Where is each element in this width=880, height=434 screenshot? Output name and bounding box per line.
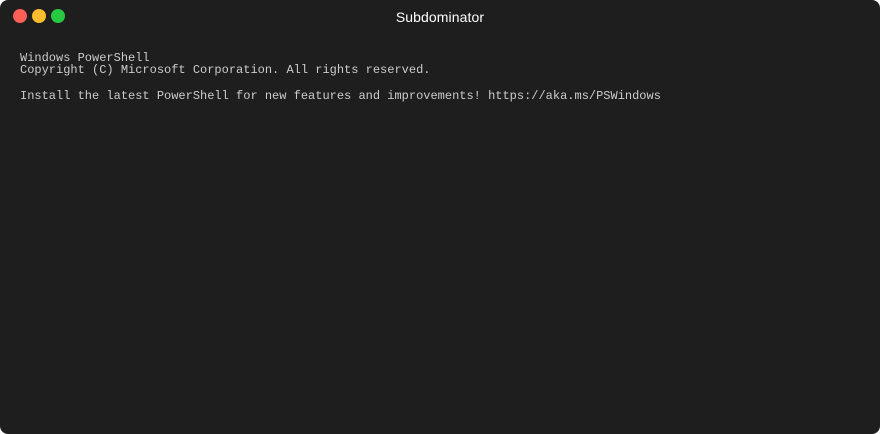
terminal-line-copyright: Copyright (C) Microsoft Corporation. All… bbox=[20, 63, 431, 77]
window-title: Subdominator bbox=[395, 9, 485, 25]
title-bar[interactable]: Subdominator bbox=[0, 0, 880, 34]
terminal-output[interactable]: Windows PowerShell Copyright (C) Microso… bbox=[20, 52, 860, 424]
terminal-line-install-notice: Install the latest PowerShell for new fe… bbox=[20, 89, 661, 103]
terminal-window: Subdominator Windows PowerShell Copyrigh… bbox=[0, 0, 880, 434]
